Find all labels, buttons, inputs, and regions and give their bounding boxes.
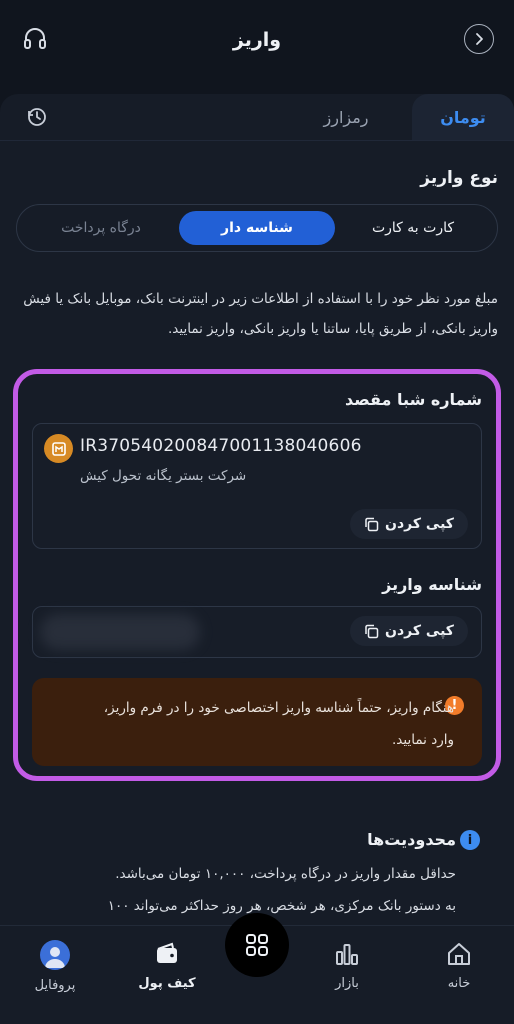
copy-iban-button[interactable]: کپی کردن	[350, 509, 468, 539]
back-button[interactable]	[464, 24, 494, 54]
iban-value: IR370540200847001138040606	[80, 436, 362, 456]
history-icon[interactable]	[26, 106, 48, 128]
info-icon: i	[460, 830, 480, 850]
tab-crypto[interactable]: رمزارز	[306, 94, 386, 140]
grid-icon	[246, 934, 268, 956]
deposit-id-label: شناسه واریز	[382, 575, 482, 594]
sheba-label: شماره شبا مقصد	[345, 390, 482, 409]
deposit-type-selector: کارت به کارت شناسه دار درگاه پرداخت	[16, 204, 498, 252]
option-card-to-card[interactable]: کارت به کارت	[335, 211, 491, 245]
limits-title: محدودیت‌ها	[367, 830, 456, 849]
deposit-description: مبلغ مورد نظر خود را با استفاده از اطلاع…	[23, 291, 498, 337]
warning-text: هنگام واریز، حتماً شناسه واریز اختصاصی خ…	[103, 700, 454, 748]
nav-market[interactable]: بازار	[302, 936, 392, 991]
headset-icon[interactable]	[22, 26, 48, 52]
currency-tabs: تومان رمزارز	[0, 94, 514, 140]
nav-profile[interactable]: پروفایل	[10, 936, 100, 993]
nav-wallet-label: کیف پول	[138, 976, 196, 991]
bank-logo-icon	[44, 434, 73, 463]
bank-emblem-icon	[51, 441, 66, 456]
wallet-icon	[157, 942, 177, 963]
limit-line: حداقل مقدار واریز در درگاه پرداخت، ۱۰,۰۰…	[115, 866, 456, 882]
page-title: واریز	[232, 29, 282, 51]
option-with-id[interactable]: شناسه دار	[179, 211, 335, 245]
copy-icon	[365, 624, 379, 638]
nav-home-label: خانه	[447, 976, 471, 991]
deposit-type-title: نوع واریز	[420, 168, 498, 188]
account-owner: شرکت بستر یگانه تحول کیش	[80, 468, 247, 484]
tabs-divider	[0, 140, 514, 141]
deposit-id-blurred	[40, 614, 200, 650]
nav-home[interactable]: خانه	[414, 936, 504, 991]
copy-deposit-id-button[interactable]: کپی کردن	[350, 616, 468, 646]
chevron-right-icon	[476, 33, 483, 45]
header: واریز	[0, 0, 514, 80]
copy-deposit-id-label: کپی کردن	[385, 623, 454, 639]
avatar	[40, 940, 70, 970]
nav-profile-label: پروفایل	[34, 978, 76, 993]
option-payment-gateway[interactable]: درگاه پرداخت	[23, 211, 179, 245]
copy-icon	[365, 517, 379, 531]
tab-toman[interactable]: تومان	[412, 94, 514, 140]
user-icon	[45, 947, 65, 968]
bar-chart-icon	[336, 944, 358, 965]
limit-line: به دستور بانک مرکزی، هر شخص، هر روز حداک…	[107, 898, 456, 914]
home-icon	[448, 943, 470, 965]
menu-fab-button[interactable]	[225, 913, 289, 977]
nav-wallet[interactable]: کیف پول	[122, 936, 212, 991]
copy-iban-label: کپی کردن	[385, 516, 454, 532]
nav-market-label: بازار	[335, 976, 359, 991]
